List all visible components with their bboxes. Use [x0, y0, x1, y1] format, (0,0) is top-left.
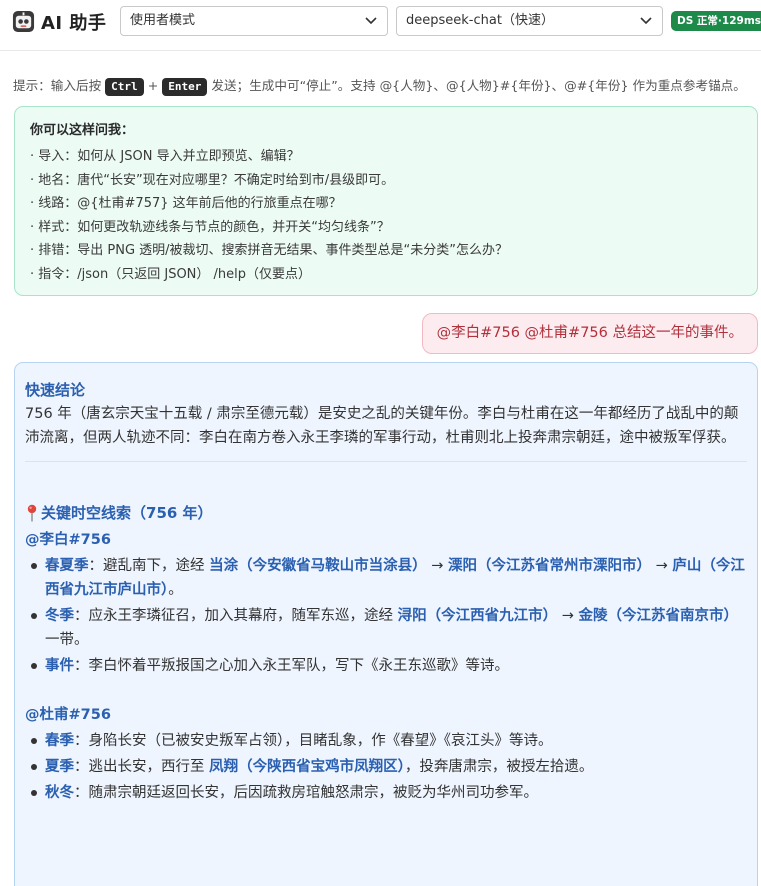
list-item: 秋冬：随肃宗朝廷返回长安，后因疏救房琯触怒肃宗，被贬为华州司功参军。 [25, 781, 747, 805]
status-badge: DS 正常·129ms [671, 11, 761, 31]
quick-conclusion-heading: 快速结论 [25, 381, 86, 399]
bullet-text: ：随肃宗朝廷返回长安，后因疏救房琯触怒肃宗，被贬为华州司功参军。 [74, 785, 538, 801]
arrow-text: → [426, 558, 448, 574]
place-link: 凤翔（今陕西省宝鸡市凤翔区） [209, 759, 405, 775]
mode-select-value: 使用者模式 [130, 13, 196, 28]
suggestion-item[interactable]: · 地名：唐代“长安”现在对应哪里？不确定时给到市/县级即可。 [30, 169, 742, 193]
pushpin-icon [27, 504, 37, 522]
model-select-value: deepseek-chat（快速） [406, 13, 554, 28]
user-message-bubble: @李白#756 @杜甫#756 总结这一年的事件。 [421, 313, 758, 354]
model-select[interactable]: deepseek-chat（快速） [396, 6, 663, 36]
hint-prefix: 提示：输入后按 [13, 78, 102, 93]
place-link: 当涂（今安徽省马鞍山市当涂县） [209, 558, 427, 574]
bullet-text: ：避乱南下，途经 [88, 558, 210, 574]
bullet-text: ：李白怀着平叛报国之心加入永王军队，写下《永王东巡歌》等诗。 [74, 658, 509, 674]
list-item: 春夏季：避乱南下，途经 当涂（今安徽省马鞍山市当涂县） → 溧阳（今江苏省常州市… [25, 554, 747, 602]
list-item: 事件：李白怀着平叛报国之心加入永王军队，写下《永王东巡歌》等诗。 [25, 654, 747, 678]
top-header: AI 助手 使用者模式 deepseek-chat（快速） DS 正常·129m… [0, 0, 761, 51]
divider [25, 461, 747, 462]
season-label: 冬季 [45, 608, 74, 624]
place-link: 溧阳（今江苏省常州市溧阳市） [447, 558, 651, 574]
hint-suffix: 发送；生成中可“停止”。支持 @{人物}、@{人物}#{年份}、@#{年份} 作… [211, 78, 746, 93]
input-hint: 提示：输入后按 Ctrl + Enter 发送；生成中可“停止”。支持 @{人物… [13, 77, 753, 96]
bullet-text: 一带。 [45, 632, 89, 648]
arrow-text: → [557, 608, 579, 624]
season-label: 春夏季 [45, 558, 89, 574]
list-item: 夏季：逃出长安，西行至 凤翔（今陕西省宝鸡市凤翔区），投奔唐肃宗，被授左拾遗。 [25, 755, 747, 779]
chevron-down-icon [365, 17, 377, 25]
robot-logo-icon [12, 10, 35, 33]
assistant-answer-card: 快速结论 756 年（唐玄宗天宝十五载 / 肃宗至德元载）是安史之乱的关键年份。… [14, 362, 758, 886]
kbd-enter: Enter [162, 77, 208, 96]
mode-select[interactable]: 使用者模式 [120, 6, 388, 36]
bullet-text: 。 [168, 582, 183, 598]
libai-bullets: 春夏季：避乱南下，途经 当涂（今安徽省马鞍山市当涂县） → 溧阳（今江苏省常州市… [25, 554, 747, 678]
season-label: 秋冬 [45, 785, 74, 801]
bullet-text: ：逃出长安，西行至 [74, 759, 210, 775]
list-item: 冬季：应永王李璘征召，加入其幕府，随军东巡，途经 浔阳（今江西省九江市） → 金… [25, 604, 747, 652]
summary-paragraph: 756 年（唐玄宗天宝十五载 / 肃宗至德元载）是安史之乱的关键年份。李白与杜甫… [25, 406, 739, 446]
suggestion-title: 你可以这样问我： [30, 123, 135, 138]
app-title: AI 助手 [41, 13, 107, 34]
season-label: 夏季 [45, 759, 74, 775]
season-label: 事件 [45, 658, 74, 674]
dufu-bullets: 春季：身陷长安（已被安史叛军占领），目睹乱象，作《春望》《哀江头》等诗。 夏季：… [25, 729, 747, 805]
kbd-ctrl: Ctrl [105, 77, 144, 96]
arrow-text: → [650, 558, 673, 574]
suggestion-card: 你可以这样问我： · 导入：如何从 JSON 导入并立即预览、编辑？ · 地名：… [14, 106, 758, 296]
bullet-text: ：身陷长安（已被安史叛军占领），目睹乱象，作《春望》《哀江头》等诗。 [74, 733, 553, 749]
suggestion-item[interactable]: · 样式：如何更改轨迹线条与节点的颜色，并开关“均匀线条”？ [30, 216, 742, 240]
suggestion-item[interactable]: · 指令：/json（只返回 JSON） /help（仅要点） [30, 263, 742, 287]
person-heading-dufu: @杜甫#756 [25, 707, 111, 723]
place-link: 浔阳（今江西省九江市） [397, 608, 558, 624]
bullet-text: ，投奔唐肃宗，被授左拾遗。 [404, 759, 594, 775]
suggestion-item[interactable]: · 排错：导出 PNG 透明/被裁切、搜索拼音无结果、事件类型总是“未分类”怎么… [30, 239, 742, 263]
hint-plus: + [147, 78, 159, 93]
suggestion-item[interactable]: · 线路：@{杜甫#757} 这年前后他的行旅重点在哪？ [30, 192, 742, 216]
chevron-down-icon [640, 17, 652, 25]
suggestion-item[interactable]: · 导入：如何从 JSON 导入并立即预览、编辑？ [30, 145, 742, 169]
timeline-title: 关键时空线索（756 年） [41, 504, 213, 522]
list-item: 春季：身陷长安（已被安史叛军占领），目睹乱象，作《春望》《哀江头》等诗。 [25, 729, 747, 753]
place-link: 金陵（今江苏省南京市） [578, 608, 738, 624]
person-heading-libai: @李白#756 [25, 532, 111, 548]
timeline-heading: 关键时空线索（756 年） [25, 502, 747, 524]
bullet-text: ：应永王李璘征召，加入其幕府，随军东巡，途经 [74, 608, 398, 624]
season-label: 春季 [45, 733, 74, 749]
